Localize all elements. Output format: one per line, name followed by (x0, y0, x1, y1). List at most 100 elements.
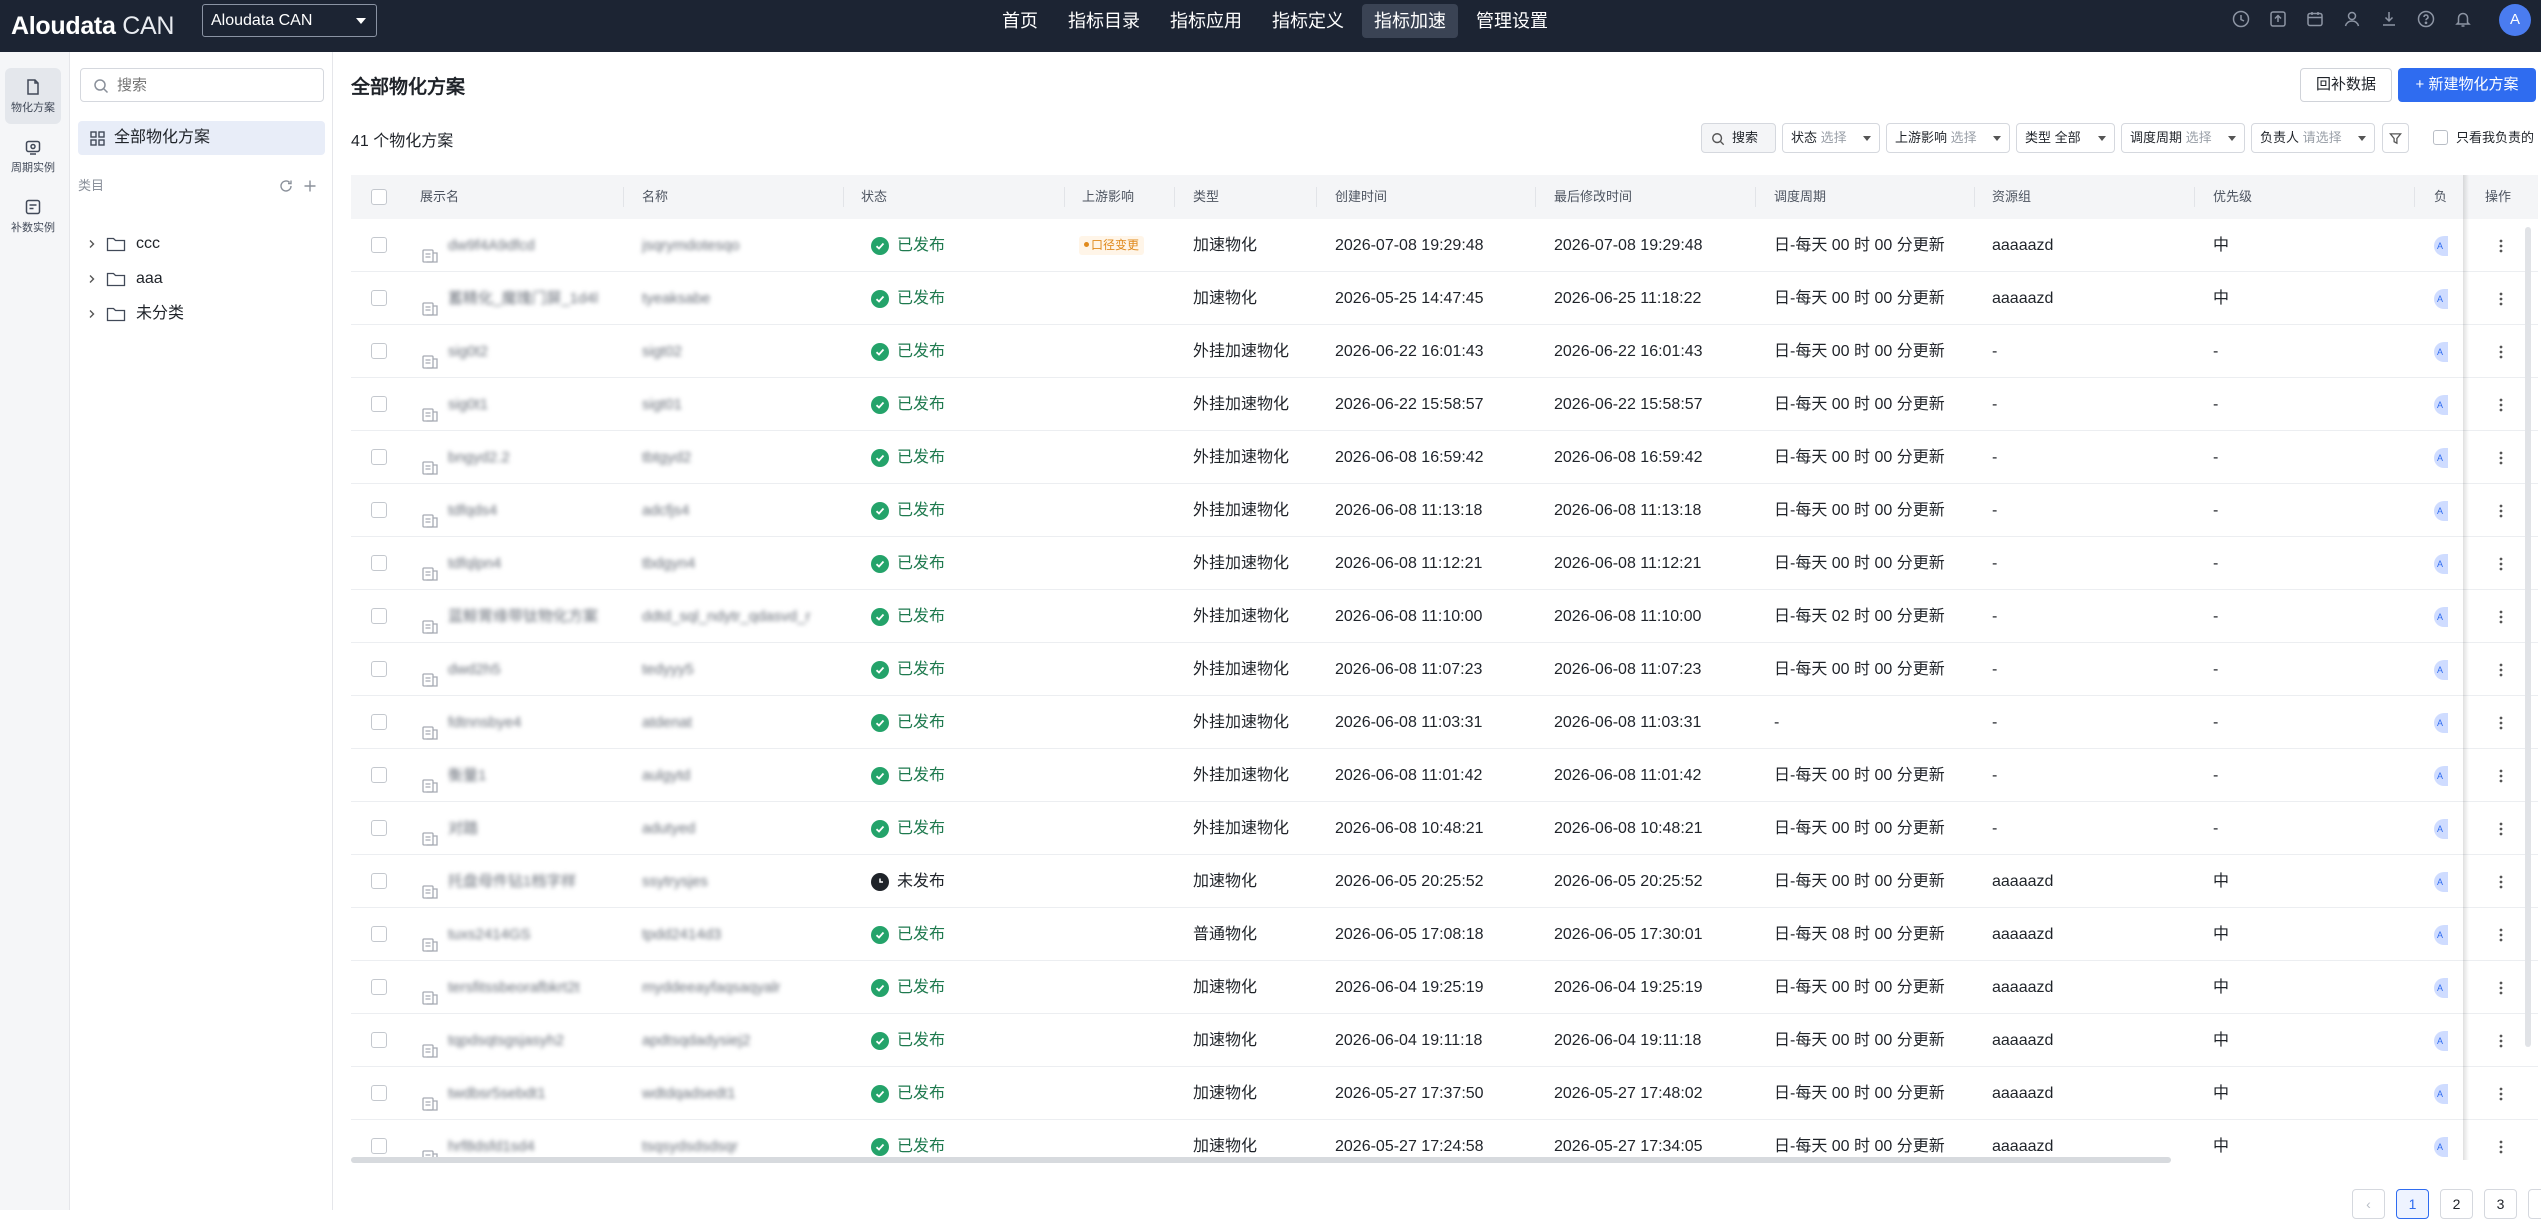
owner-avatar[interactable]: A (2434, 607, 2448, 627)
history-icon[interactable] (2231, 9, 2251, 29)
backfill-data-button[interactable]: 回补数据 (2300, 68, 2392, 102)
col-display-name[interactable]: 展示名 (420, 175, 459, 219)
more-actions-icon[interactable] (2491, 554, 2511, 574)
owner-avatar[interactable]: A (2434, 554, 2448, 574)
table-row[interactable]: twdbsr5sebdt1 wdtdqadsedt1 已发布 加速物化 2026-05-… (351, 1067, 2538, 1120)
select-all-checkbox[interactable] (371, 189, 387, 205)
col-resource-group[interactable]: 资源组 (1992, 175, 2031, 219)
table-row[interactable]: 蓝鲸胃缘带钛物化方案 ddtd_sql_ndytr_qdasvd_r 已发布 外挂加速… (351, 590, 2538, 643)
row-display-name[interactable]: 衡量1 (448, 749, 623, 802)
owner-avatar[interactable]: A (2434, 925, 2448, 945)
table-row[interactable]: 蓄精化_魔瑰门屏_1d4l tyeaksabe 已发布 加速物化 2026-05-25 … (351, 272, 2538, 325)
table-row[interactable]: dwd2h5 tedyyy5 已发布 外挂加速物化 2026-06-08 11:07:2… (351, 643, 2538, 696)
page-button[interactable]: 1 (2396, 1189, 2429, 1219)
col-name[interactable]: 名称 (642, 175, 668, 219)
owner-filter[interactable]: 负责人 请选择 (2251, 123, 2375, 153)
more-actions-icon[interactable] (2491, 448, 2511, 468)
row-checkbox[interactable] (371, 290, 387, 306)
nav-item-3[interactable]: 指标定义 (1260, 4, 1356, 38)
row-display-name[interactable]: sig0t1 (448, 378, 623, 431)
col-priority[interactable]: 优先级 (2213, 175, 2252, 219)
app-logo[interactable]: Aloudata CAN (11, 11, 174, 41)
category-folder[interactable]: 未分类 (78, 299, 325, 329)
owner-avatar[interactable]: A (2434, 713, 2448, 733)
nav-item-5[interactable]: 管理设置 (1464, 4, 1560, 38)
table-row[interactable]: sig0t2 sigt02 已发布 外挂加速物化 2026-06-22 16:01:43… (351, 325, 2538, 378)
row-display-name[interactable]: tdfqds4 (448, 484, 623, 537)
more-actions-icon[interactable] (2491, 819, 2511, 839)
row-checkbox[interactable] (371, 1085, 387, 1101)
owner-avatar[interactable]: A (2434, 289, 2448, 309)
row-display-name[interactable]: dw9f4A9dfcd (448, 219, 623, 272)
row-checkbox[interactable] (371, 343, 387, 359)
owner-avatar[interactable]: A (2434, 395, 2448, 415)
col-owner[interactable]: 负 (2434, 175, 2448, 219)
owner-avatar[interactable]: A (2434, 660, 2448, 680)
owner-avatar[interactable]: A (2434, 1137, 2448, 1157)
help-icon[interactable] (2416, 9, 2436, 29)
more-actions-icon[interactable] (2491, 978, 2511, 998)
more-actions-icon[interactable] (2491, 342, 2511, 362)
owner-avatar[interactable]: A (2434, 501, 2448, 521)
more-actions-icon[interactable] (2491, 766, 2511, 786)
prev-page-button[interactable]: ‹ (2352, 1189, 2385, 1219)
nav-item-1[interactable]: 指标目录 (1056, 4, 1152, 38)
row-checkbox[interactable] (371, 608, 387, 624)
row-checkbox[interactable] (371, 979, 387, 995)
table-row[interactable]: tdfqlpn4 tbdgyn4 已发布 外挂加速物化 2026-06-08 11:12… (351, 537, 2538, 590)
row-checkbox[interactable] (371, 820, 387, 836)
category-folder[interactable]: aaa (78, 264, 325, 294)
row-display-name[interactable]: tqpdsqtsgsjasyh2 (448, 1014, 623, 1067)
type-filter[interactable]: 类型 全部 (2016, 123, 2115, 153)
col-type[interactable]: 类型 (1193, 175, 1219, 219)
row-display-name[interactable]: dwd2h5 (448, 643, 623, 696)
more-actions-icon[interactable] (2491, 660, 2511, 680)
more-actions-icon[interactable] (2491, 501, 2511, 521)
row-display-name[interactable]: sig0t2 (448, 325, 623, 378)
only-mine-checkbox[interactable] (2433, 130, 2448, 145)
row-checkbox[interactable] (371, 555, 387, 571)
more-actions-icon[interactable] (2491, 1137, 2511, 1157)
more-actions-icon[interactable] (2491, 713, 2511, 733)
owner-avatar[interactable]: A (2434, 342, 2448, 362)
table-row[interactable]: bngyd2.2 tbtgyd2 已发布 外挂加速物化 2026-06-08 16:59… (351, 431, 2538, 484)
calendar-icon[interactable] (2305, 9, 2325, 29)
status-filter[interactable]: 状态 选择 (1782, 123, 1880, 153)
refresh-icon[interactable] (278, 178, 294, 194)
table-row[interactable]: tqpdsqtsgsjasyh2 apdtsqdadysiej2 已发布 加速物化 20… (351, 1014, 2538, 1067)
notification-bell-icon[interactable] (2453, 9, 2473, 29)
upstream-filter[interactable]: 上游影响 选择 (1886, 123, 2010, 153)
owner-avatar[interactable]: A (2434, 236, 2448, 256)
table-row[interactable]: tersfitssbeorafbkrt2t myddeeayfaqsaqyalr 已… (351, 961, 2538, 1014)
category-folder[interactable]: ccc (78, 229, 325, 259)
download-icon[interactable] (2379, 9, 2399, 29)
advanced-filter-button[interactable] (2382, 123, 2409, 153)
row-checkbox[interactable] (371, 1138, 387, 1154)
table-row[interactable]: hrf8dsfd1sd4 tsqsydsdsdsqr 已发布 加速物化 2026-05-… (351, 1120, 2538, 1160)
chevron-right-icon[interactable] (86, 238, 98, 250)
nav-item-4[interactable]: 指标加速 (1362, 4, 1458, 38)
filter-search-button[interactable]: 搜索 (1701, 123, 1776, 153)
category-search-input[interactable] (117, 75, 307, 95)
owner-avatar[interactable]: A (2434, 766, 2448, 786)
rail-item-backfill-instance[interactable]: 补数实例 (5, 188, 61, 244)
row-display-name[interactable]: twdbsr5sebdt1 (448, 1067, 623, 1120)
row-checkbox[interactable] (371, 237, 387, 253)
workspace-selector[interactable]: Aloudata CAN (202, 4, 377, 37)
table-row[interactable]: 托盘母件钻1档字样 ssytrysjes 未发布 加速物化 2026-06-05 20:… (351, 855, 2538, 908)
more-actions-icon[interactable] (2491, 236, 2511, 256)
more-actions-icon[interactable] (2491, 607, 2511, 627)
table-row[interactable]: 对踏 adutyed 已发布 外挂加速物化 2026-06-08 10:48:21 202… (351, 802, 2538, 855)
more-actions-icon[interactable] (2491, 1084, 2511, 1104)
owner-avatar[interactable]: A (2434, 819, 2448, 839)
only-mine-toggle[interactable]: 只看我负责的 (2433, 129, 2534, 147)
row-checkbox[interactable] (371, 767, 387, 783)
chevron-right-icon[interactable] (86, 273, 98, 285)
row-checkbox[interactable] (371, 449, 387, 465)
col-created-time[interactable]: 创建时间 (1335, 175, 1387, 219)
owner-avatar[interactable]: A (2434, 1084, 2448, 1104)
chevron-right-icon[interactable] (86, 308, 98, 320)
row-display-name[interactable]: tuxs2414GS (448, 908, 623, 961)
row-display-name[interactable]: tdfqlpn4 (448, 537, 623, 590)
next-page-button[interactable]: › (2528, 1189, 2541, 1219)
